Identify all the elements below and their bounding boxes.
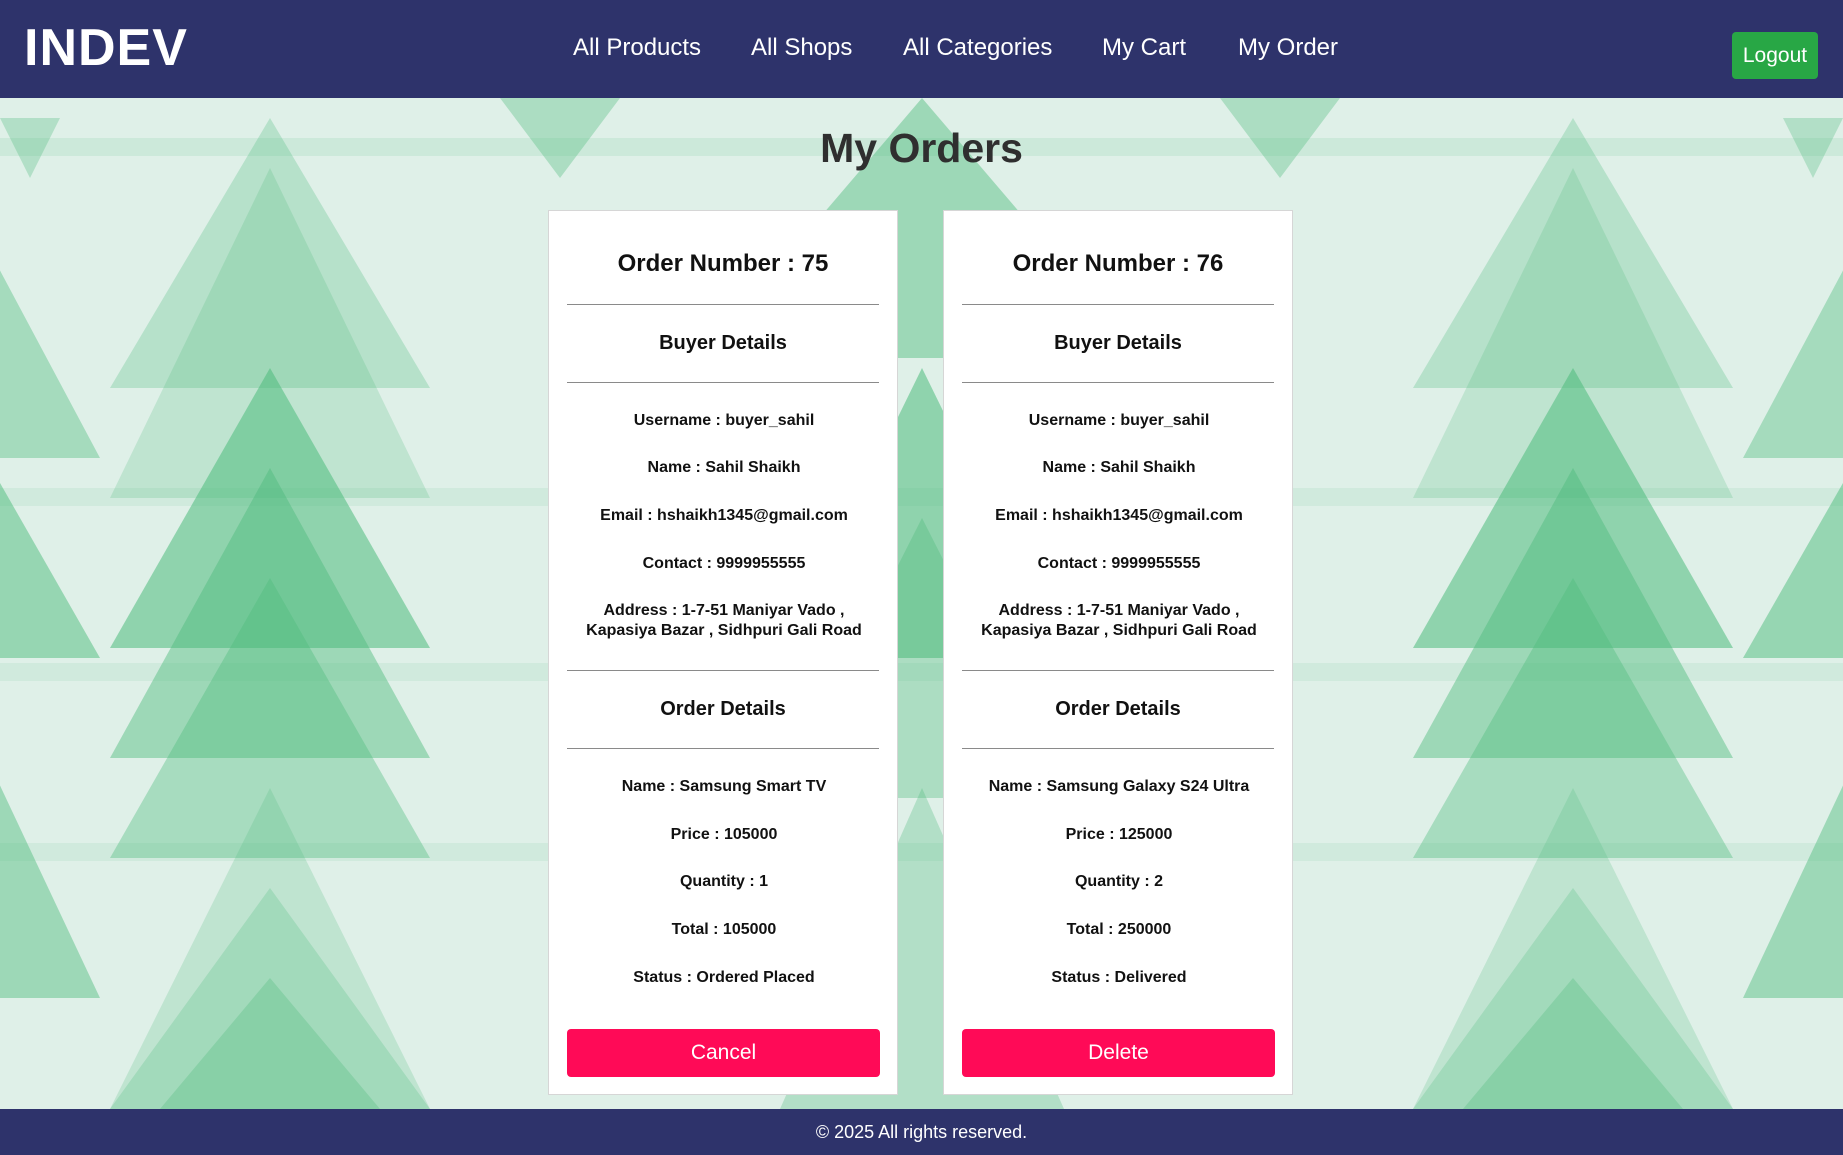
divider	[962, 304, 1274, 305]
buyer-details-heading: Buyer Details	[659, 332, 787, 354]
nav-link-all-shops[interactable]: All Shops	[751, 33, 852, 63]
divider	[567, 382, 879, 383]
triangle-pattern-graphic	[0, 98, 1843, 1109]
order-total: Total : 250000	[1066, 921, 1172, 938]
nav-link-all-products[interactable]: All Products	[573, 33, 701, 63]
buyer-name: Name : Sahil Shaikh	[1042, 459, 1196, 476]
divider	[962, 382, 1274, 383]
buyer-email: Email : hshaikh1345@gmail.com	[600, 507, 848, 524]
buyer-address-line-1: Address : 1-7-51 Maniyar Vado ,	[998, 602, 1240, 619]
buyer-address-line-2: Kapasiya Bazar , Sidhpuri Gali Road	[981, 622, 1257, 639]
buyer-contact: Contact : 9999955555	[642, 555, 806, 572]
buyer-username: Username : buyer_sahil	[633, 412, 815, 429]
background-pattern	[0, 98, 1843, 1109]
divider	[567, 748, 879, 749]
divider	[567, 670, 879, 671]
product-price: Price : 125000	[1065, 826, 1173, 843]
buyer-email: Email : hshaikh1345@gmail.com	[995, 507, 1243, 524]
product-name: Name : Samsung Smart TV	[621, 778, 827, 795]
order-number: Order Number : 76	[1012, 250, 1224, 277]
divider	[567, 304, 879, 305]
buyer-username: Username : buyer_sahil	[1028, 412, 1210, 429]
product-quantity: Quantity : 1	[679, 873, 768, 890]
divider	[962, 748, 1274, 749]
buyer-name: Name : Sahil Shaikh	[647, 459, 801, 476]
order-card: Order Number : 75 Buyer Details Username…	[548, 210, 898, 1095]
order-status: Status : Ordered Placed	[633, 969, 815, 986]
product-name: Name : Samsung Galaxy S24 Ultra	[988, 778, 1250, 795]
logout-button[interactable]: Logout	[1732, 32, 1818, 79]
cancel-order-button[interactable]: Cancel	[567, 1029, 880, 1077]
page-title: My Orders	[820, 125, 1023, 171]
product-price: Price : 105000	[670, 826, 778, 843]
buyer-address-line-1: Address : 1-7-51 Maniyar Vado ,	[603, 602, 845, 619]
divider	[962, 670, 1274, 671]
nav-link-my-cart[interactable]: My Cart	[1102, 33, 1186, 63]
nav-link-all-categories[interactable]: All Categories	[903, 33, 1052, 63]
order-total: Total : 105000	[671, 921, 777, 938]
order-number: Order Number : 75	[617, 250, 829, 277]
order-details-heading: Order Details	[1055, 698, 1181, 720]
delete-order-button[interactable]: Delete	[962, 1029, 1275, 1077]
nav-link-my-order[interactable]: My Order	[1238, 33, 1338, 63]
buyer-contact: Contact : 9999955555	[1037, 555, 1201, 572]
copyright-text: © 2025 All rights reserved.	[815, 1122, 1028, 1142]
buyer-details-heading: Buyer Details	[1054, 332, 1182, 354]
nav-links: All Products All Shops All Categories My…	[0, 0, 1843, 98]
buyer-address-line-2: Kapasiya Bazar , Sidhpuri Gali Road	[586, 622, 862, 639]
footer: © 2025 All rights reserved.	[0, 1109, 1843, 1155]
order-details-heading: Order Details	[660, 698, 786, 720]
order-status: Status : Delivered	[1051, 969, 1187, 986]
order-card: Order Number : 76 Buyer Details Username…	[943, 210, 1293, 1095]
brand-logo[interactable]: INDEV	[24, 18, 188, 78]
top-navbar: INDEV All Products All Shops All Categor…	[0, 0, 1843, 98]
product-quantity: Quantity : 2	[1074, 873, 1163, 890]
